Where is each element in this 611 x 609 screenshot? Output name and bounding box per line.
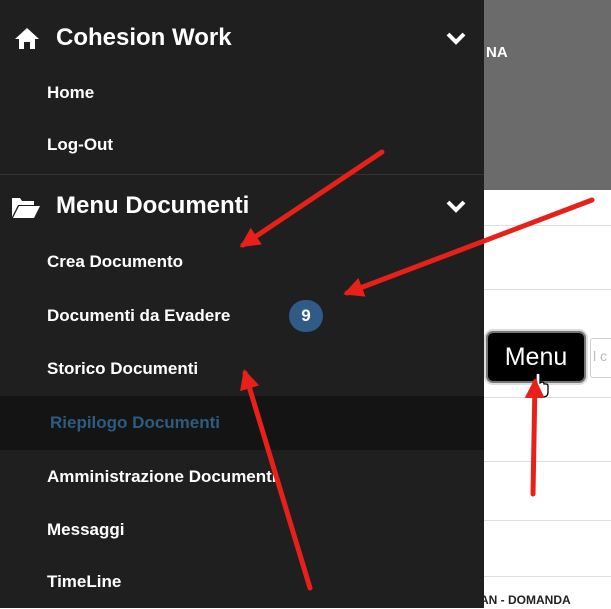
divider <box>484 520 611 521</box>
sidebar-item-label: Messaggi <box>47 520 125 539</box>
annotation-arrow <box>524 378 545 497</box>
sidebar-item-storico-documenti[interactable]: Storico Documenti <box>0 342 484 396</box>
hand-pointer-icon <box>530 372 549 398</box>
sidebar-item-label: Crea Documento <box>47 252 184 271</box>
home-icon <box>15 28 39 49</box>
sidebar-item-messaggi[interactable]: Messaggi <box>0 503 484 557</box>
sidebar-item-amministrazione-documenti[interactable]: Amministrazione Documenti <box>0 450 484 504</box>
divider <box>484 225 611 226</box>
folder-open-icon <box>12 198 40 218</box>
sidebar-section-cohesion-work[interactable]: Cohesion Work <box>0 12 484 64</box>
sidebar-item-documenti-da-evadere[interactable]: Documenti da Evadere 9 <box>0 289 484 343</box>
page-header-bar <box>484 0 611 190</box>
page-header-title: NA <box>486 44 508 61</box>
section-title: Cohesion Work <box>56 24 232 51</box>
sidebar-item-riepilogo-documenti[interactable]: Riepilogo Documenti <box>0 396 484 450</box>
sidebar-item-label: Amministrazione Documenti <box>47 467 277 486</box>
sidebar-item-timeline[interactable]: TimeLine <box>0 555 484 609</box>
sidebar-item-label: TimeLine <box>47 572 122 591</box>
section-title: Menu Documenti <box>56 192 250 219</box>
count-badge: 9 <box>289 300 323 332</box>
chevron-down-icon[interactable] <box>445 195 467 217</box>
chevron-down-icon[interactable] <box>445 27 467 49</box>
divider <box>484 576 611 577</box>
sidebar-item-label: Storico Documenti <box>47 359 199 378</box>
divider <box>484 289 611 290</box>
divider <box>0 174 484 175</box>
sidebar-item-log-out[interactable]: Log-Out <box>0 118 484 172</box>
sidebar-item-label: Home <box>47 83 95 102</box>
sidebar-item-home[interactable]: Home <box>0 66 484 120</box>
sidebar-item-label: Documenti da Evadere <box>47 306 231 325</box>
sidebar-item-label: Riepilogo Documenti <box>50 413 220 432</box>
divider <box>484 461 611 462</box>
sidebar-section-menu-documenti[interactable]: Menu Documenti <box>0 180 484 232</box>
search-placeholder: l c <box>593 348 607 364</box>
sidebar-item-label: Log-Out <box>47 135 114 154</box>
table-row-text: SAN - DOMANDA <box>472 593 571 607</box>
sidebar-item-crea-documento[interactable]: Crea Documento <box>0 235 484 289</box>
sidebar: Cohesion Work Home Log-Out Menu Document… <box>0 0 484 608</box>
